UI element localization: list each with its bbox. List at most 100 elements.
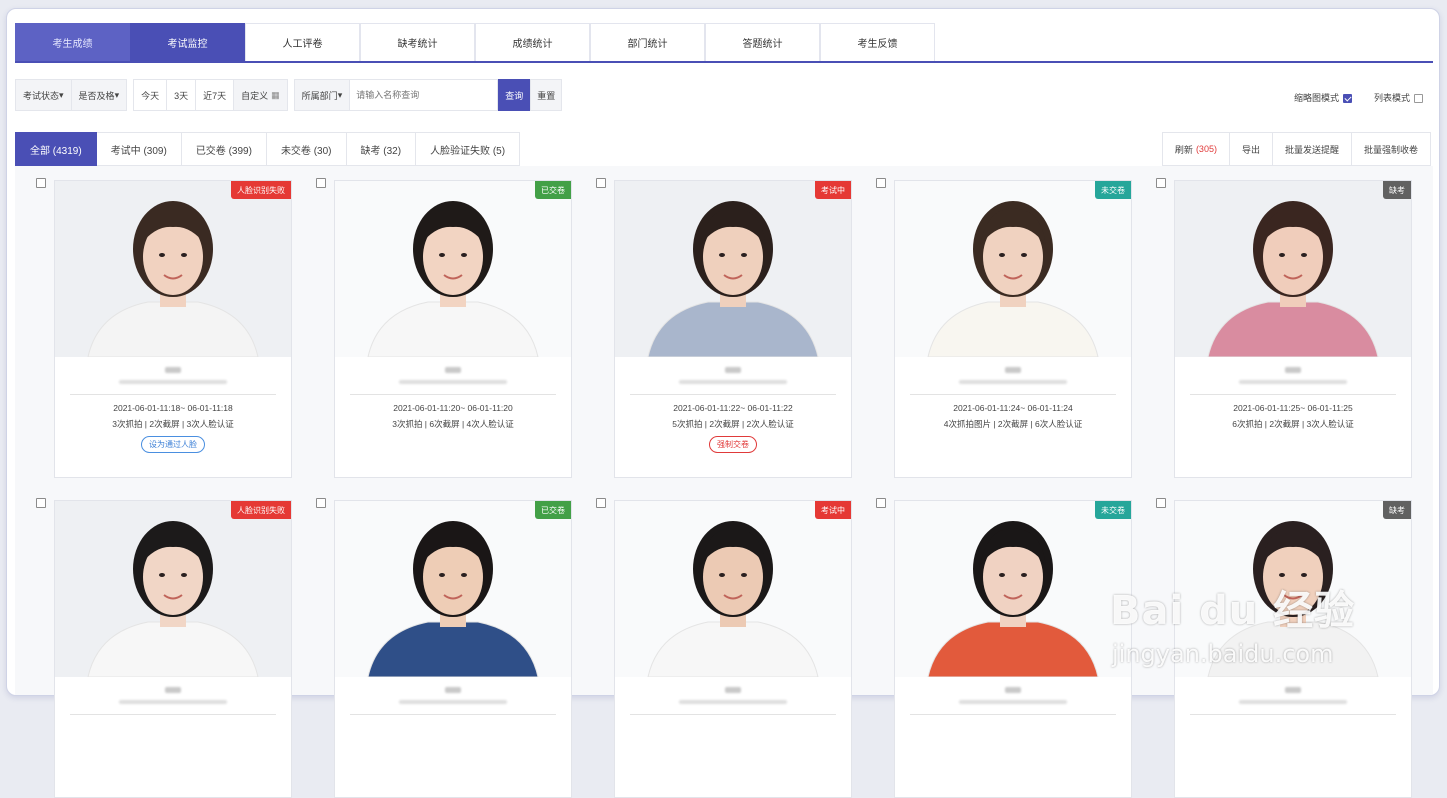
three-days-button[interactable]: 3天 — [167, 79, 197, 111]
export-button[interactable]: 导出 — [1229, 132, 1273, 166]
candidate-name-redacted — [445, 367, 461, 373]
status-tab-in-exam[interactable]: 考试中 (309) — [96, 132, 182, 166]
card-select-checkbox[interactable] — [876, 178, 886, 188]
candidate-photo: 考试中 — [615, 181, 851, 357]
tab-answer-stats[interactable]: 答题统计 — [705, 23, 820, 61]
exam-status-dropdown[interactable]: 考试状态 ▾ — [15, 79, 72, 111]
candidate-card[interactable]: 未交卷 — [894, 500, 1132, 798]
person-avatar-icon — [87, 521, 259, 677]
exam-status-label: 考试状态 — [23, 90, 60, 101]
card-select-checkbox[interactable] — [596, 498, 606, 508]
card-select-checkbox[interactable] — [1156, 498, 1166, 508]
status-tab-not-submitted[interactable]: 未交卷 (30) — [266, 132, 347, 166]
tab-manual-grading[interactable]: 人工评卷 — [245, 23, 360, 61]
person-avatar-icon — [647, 521, 819, 677]
candidate-card[interactable]: 缺考 — [1174, 500, 1412, 798]
seven-days-button[interactable]: 近7天 — [196, 79, 235, 111]
status-badge: 人脸识别失败 — [231, 501, 291, 519]
custom-date-button[interactable]: 自定义 ▦ — [234, 79, 288, 111]
filter-bar: 考试状态▾ 是否及格▾ 今天 3天 近7天 自定义▦ 所属部门▾ 查询 重置 — [15, 79, 563, 111]
candidate-name-redacted — [1285, 687, 1301, 693]
capture-stats: 3次抓拍 | 2次截屏 | 3次人脸认证 — [112, 419, 234, 429]
candidate-photo: 已交卷 — [335, 181, 571, 357]
candidate-id-redacted — [399, 380, 507, 384]
status-badge: 已交卷 — [535, 501, 571, 519]
card-divider — [70, 714, 276, 715]
candidate-card-cell: 已交卷 2021-06-01-11:20~ 06-01-11:20 3次抓拍 |… — [316, 178, 596, 478]
candidate-name-redacted — [165, 687, 181, 693]
person-avatar-icon — [367, 521, 539, 677]
search-input[interactable] — [350, 79, 499, 111]
status-badge: 未交卷 — [1095, 501, 1131, 519]
tab-scores[interactable]: 考生成绩 — [15, 23, 130, 61]
tab-department-stats[interactable]: 部门统计 — [590, 23, 705, 61]
candidate-card[interactable]: 已交卷 — [334, 500, 572, 798]
today-button[interactable]: 今天 — [133, 79, 168, 111]
card-select-checkbox[interactable] — [876, 498, 886, 508]
department-dropdown[interactable]: 所属部门 ▾ — [293, 79, 351, 111]
card-select-checkbox[interactable] — [1156, 178, 1166, 188]
pass-status-dropdown[interactable]: 是否及格 ▾ — [71, 79, 128, 111]
tab-feedback[interactable]: 考生反馈 — [820, 23, 935, 61]
refresh-button[interactable]: 刷新 (305) — [1161, 132, 1230, 166]
candidate-card[interactable]: 考试中 — [614, 500, 852, 798]
candidate-name-redacted — [1005, 367, 1021, 373]
capture-stats: 4次抓拍图片 | 2次截屏 | 6次人脸认证 — [943, 419, 1083, 429]
custom-date-label: 自定义 — [241, 90, 269, 101]
card-divider — [350, 394, 556, 395]
card-action-button[interactable]: 设为通过人脸 — [141, 436, 205, 453]
batch-remind-button[interactable]: 批量发送提醒 — [1272, 132, 1352, 166]
status-tab-absent[interactable]: 缺考 (32) — [346, 132, 417, 166]
card-divider — [630, 394, 836, 395]
candidate-card[interactable]: 考试中 2021-06-01-11:22~ 06-01-11:22 5次抓拍 |… — [614, 180, 852, 478]
status-badge: 考试中 — [815, 181, 851, 199]
status-badge: 未交卷 — [1095, 181, 1131, 199]
batch-collect-button[interactable]: 批量强制收卷 — [1351, 132, 1431, 166]
card-select-checkbox[interactable] — [36, 178, 46, 188]
card-select-checkbox[interactable] — [596, 178, 606, 188]
status-tab-submitted[interactable]: 已交卷 (399) — [181, 132, 267, 166]
candidate-card[interactable]: 缺考 2021-06-01-11:25~ 06-01-11:25 6次抓拍 | … — [1174, 180, 1412, 478]
candidate-name-redacted — [1005, 687, 1021, 693]
candidate-card[interactable]: 人脸识别失败 — [54, 500, 292, 798]
candidate-card-cell: 缺考 — [1156, 498, 1436, 798]
card-select-checkbox[interactable] — [36, 498, 46, 508]
card-select-checkbox[interactable] — [316, 498, 326, 508]
candidate-card[interactable]: 人脸识别失败 2021-06-01-11:18~ 06-01-11:18 3次抓… — [54, 180, 292, 478]
pass-status-label: 是否及格 — [78, 90, 115, 101]
exam-time: 2021-06-01-11:24~ 06-01-11:24 — [953, 403, 1073, 413]
status-badge: 缺考 — [1383, 501, 1411, 519]
query-button[interactable]: 查询 — [498, 79, 531, 111]
status-badge: 已交卷 — [535, 181, 571, 199]
candidate-id-redacted — [679, 380, 787, 384]
status-tab-bar: 全部 (4319) 考试中 (309) 已交卷 (399) 未交卷 (30) 缺… — [15, 132, 521, 166]
candidate-card-cell: 人脸识别失败 — [36, 498, 316, 798]
view-mode-toggle: 缩略图模式 列表模式 — [1294, 91, 1423, 104]
card-action-button[interactable]: 强制交卷 — [709, 436, 757, 453]
tab-absence-stats[interactable]: 缺考统计 — [360, 23, 475, 61]
card-select-checkbox[interactable] — [316, 178, 326, 188]
status-tab-face-failed[interactable]: 人脸验证失败 (5) — [416, 132, 521, 166]
list-mode-checkbox[interactable] — [1414, 94, 1423, 104]
candidate-name-redacted — [165, 367, 181, 373]
person-avatar-icon — [1207, 521, 1379, 677]
candidate-card[interactable]: 已交卷 2021-06-01-11:20~ 06-01-11:20 3次抓拍 |… — [334, 180, 572, 478]
status-tab-all[interactable]: 全部 (4319) — [15, 132, 97, 166]
tab-exam-monitor[interactable]: 考试监控 — [130, 23, 245, 61]
card-divider — [910, 394, 1116, 395]
list-mode-option[interactable]: 列表模式 — [1374, 91, 1423, 104]
capture-stats: 6次抓拍 | 2次截屏 | 3次人脸认证 — [1232, 419, 1354, 429]
candidate-card-cell: 已交卷 — [316, 498, 596, 798]
tab-score-stats[interactable]: 成绩统计 — [475, 23, 590, 61]
candidate-id-redacted — [119, 700, 227, 704]
capture-stats: 5次抓拍 | 2次截屏 | 2次人脸认证 — [672, 419, 794, 429]
candidate-photo: 已交卷 — [335, 501, 571, 677]
reset-button[interactable]: 重置 — [530, 79, 563, 111]
caret-down-icon: ▾ — [59, 89, 64, 100]
candidate-id-redacted — [959, 700, 1067, 704]
thumbnail-mode-checkbox[interactable] — [1342, 94, 1352, 104]
thumbnail-mode-option[interactable]: 缩略图模式 — [1294, 91, 1352, 104]
person-avatar-icon — [367, 201, 539, 357]
candidate-card[interactable]: 未交卷 2021-06-01-11:24~ 06-01-11:24 4次抓拍图片… — [894, 180, 1132, 478]
caret-down-icon: ▾ — [337, 89, 343, 100]
